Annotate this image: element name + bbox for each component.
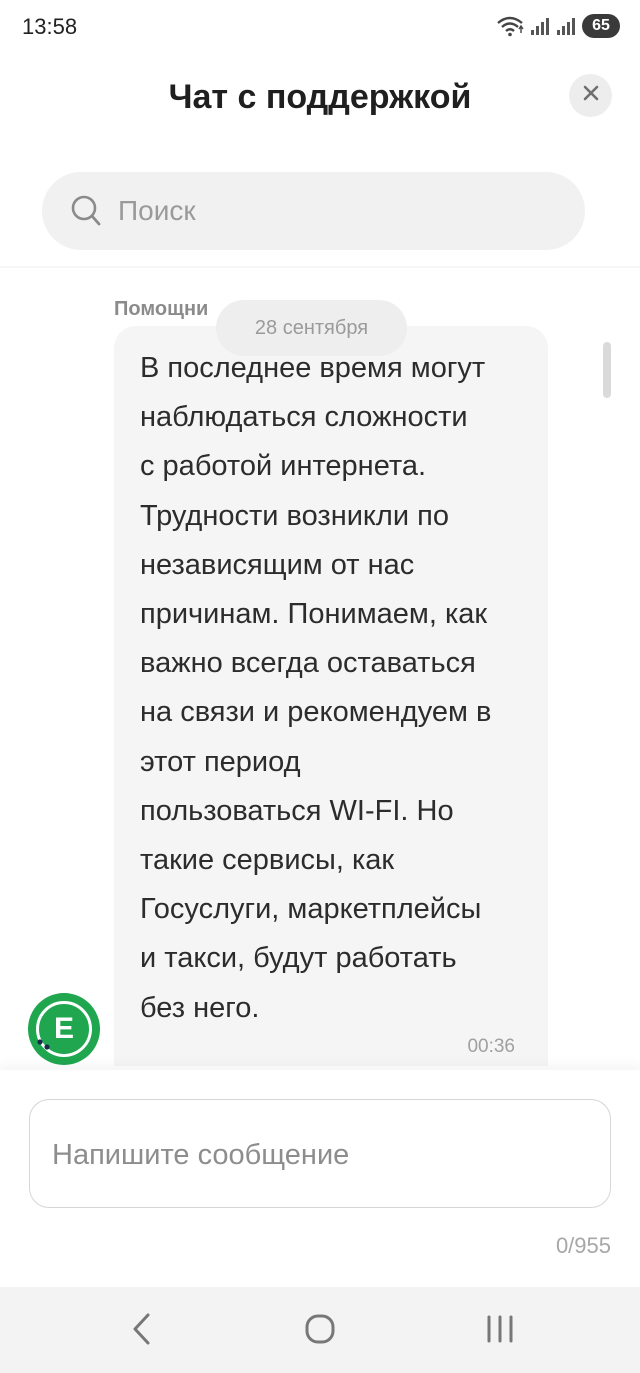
close-icon bbox=[583, 85, 599, 106]
home-icon bbox=[304, 1313, 336, 1350]
message-field[interactable] bbox=[29, 1099, 611, 1208]
date-separator: 28 сентября bbox=[216, 300, 407, 356]
back-icon bbox=[130, 1312, 154, 1351]
message-text: В последнее время могут наблюдаться слож… bbox=[140, 352, 492, 1024]
message-input[interactable] bbox=[52, 1130, 372, 1180]
status-bar: 13:58 65 bbox=[0, 0, 640, 58]
message-time: 00:36 bbox=[467, 1036, 515, 1057]
chat-scrollbar[interactable] bbox=[603, 342, 611, 398]
character-counter: 0/955 bbox=[555, 1233, 611, 1258]
message-bubble: В последнее время могут наблюдаться слож… bbox=[114, 326, 548, 1066]
close-button[interactable] bbox=[569, 74, 612, 117]
recents-icon bbox=[485, 1314, 515, 1349]
page-title: Чат с поддержкой bbox=[168, 78, 472, 116]
signal-icon bbox=[530, 16, 550, 36]
back-button[interactable] bbox=[120, 1309, 164, 1353]
support-chat-screen: 13:58 65 Чат с поддержкой Поиск Помощни … bbox=[0, 0, 640, 1373]
search-bar[interactable] bbox=[42, 172, 585, 250]
signal-icon bbox=[556, 16, 576, 36]
battery-icon: 65 bbox=[582, 14, 620, 38]
status-time: 13:58 bbox=[22, 14, 78, 39]
search-icon bbox=[70, 194, 102, 233]
search-input[interactable] bbox=[118, 172, 548, 250]
wifi-icon bbox=[496, 15, 524, 37]
avatar-dots-icon bbox=[37, 1038, 53, 1056]
avatar: Е bbox=[28, 993, 100, 1065]
composer: 0/955 bbox=[0, 1070, 640, 1287]
status-icons: 65 bbox=[496, 14, 620, 38]
home-button[interactable] bbox=[298, 1309, 342, 1353]
header-divider bbox=[0, 266, 640, 268]
sender-name: Помощни bbox=[114, 298, 209, 320]
recents-button[interactable] bbox=[478, 1309, 522, 1353]
navigation-bar bbox=[0, 1287, 640, 1373]
